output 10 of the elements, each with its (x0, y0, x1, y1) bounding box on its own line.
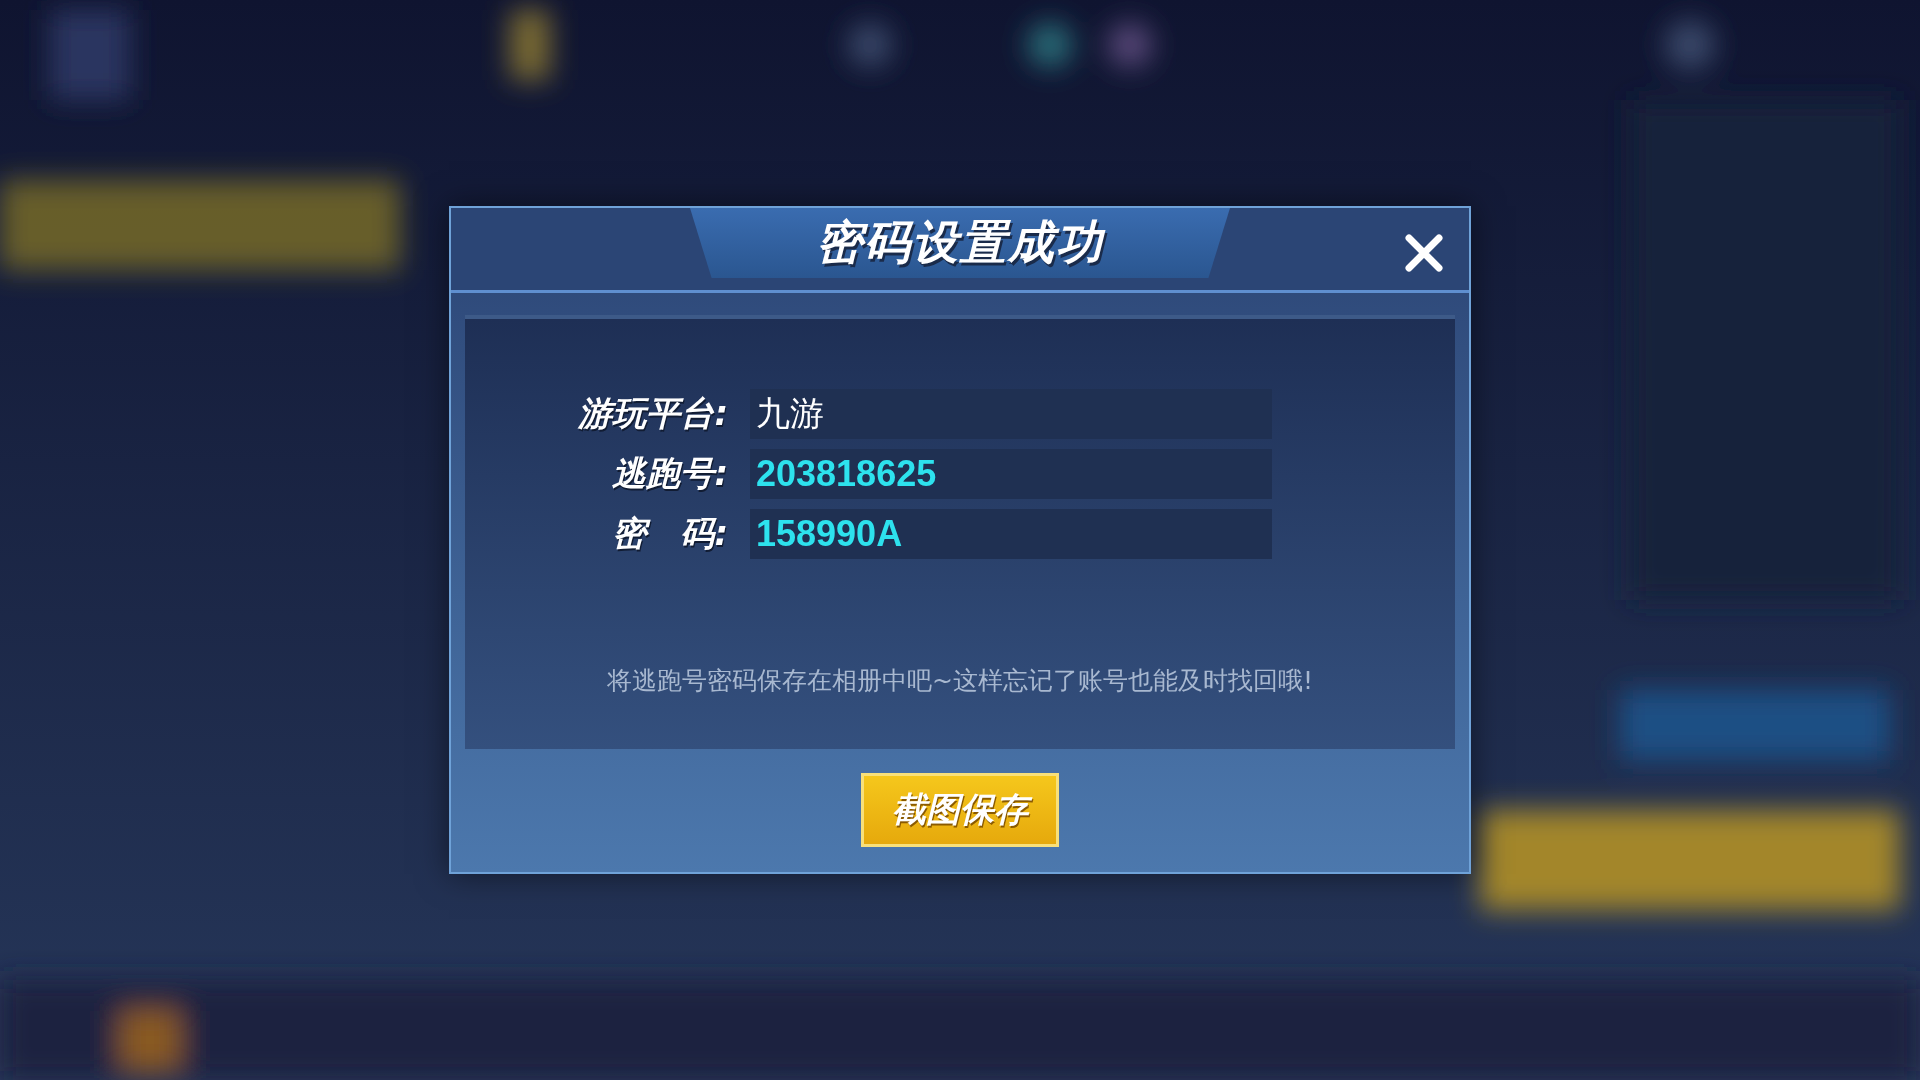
dialog-title: 密码设置成功 (690, 208, 1230, 278)
field-label: 逃跑号: (611, 452, 728, 495)
field-value: 158990A (750, 509, 1272, 559)
field-label: 游玩平台: (577, 392, 728, 435)
field-label: 密 码: (611, 512, 728, 555)
field-value: 203818625 (750, 449, 1272, 499)
field-value: 九游 (750, 389, 1272, 439)
hint-text: 将逃跑号密码保存在相册中吧~这样忘记了账号也能及时找回哦! (607, 665, 1313, 697)
close-icon[interactable] (1405, 234, 1443, 272)
screenshot-save-button[interactable]: 截图保存 (861, 773, 1059, 847)
